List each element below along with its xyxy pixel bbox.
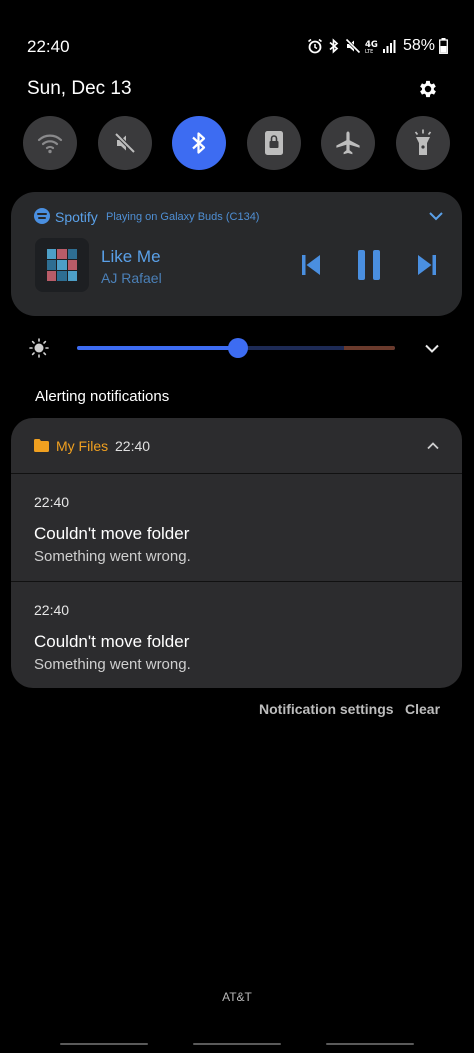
notification-shade: 22:40 4G LTE 58% Sun, Dec 13 Spotify Pla…: [0, 0, 474, 1053]
skip-previous-icon: [302, 255, 320, 275]
notification-group-header[interactable]: My Files 22:40: [11, 418, 462, 474]
status-time: 22:40: [27, 37, 70, 56]
navigation-bar: [0, 1043, 474, 1046]
notification-actions: Notification settings Clear: [0, 701, 474, 721]
album-art: [35, 238, 89, 292]
notification-group-time: 22:40: [115, 438, 151, 454]
flashlight-toggle[interactable]: [396, 116, 450, 170]
brightness-slider-fill: [77, 346, 238, 350]
pause-icon: [358, 250, 380, 280]
bluetooth-icon: [192, 132, 206, 154]
track-title: Like Me: [101, 247, 161, 266]
nav-recents-handle[interactable]: [326, 1043, 414, 1045]
previous-button[interactable]: [298, 252, 324, 278]
wifi-icon: [37, 134, 63, 154]
brightness-icon: [29, 338, 49, 358]
airplane-icon: [336, 131, 360, 155]
chevron-down-icon[interactable]: [428, 210, 444, 222]
chevron-up-icon[interactable]: [426, 441, 440, 450]
date-label: Sun, Dec 13: [27, 78, 132, 99]
rotation-lock-toggle[interactable]: [247, 116, 301, 170]
mute-icon: [345, 38, 361, 54]
brightness-slider-warm-zone: [344, 346, 395, 350]
media-app-name: Spotify: [55, 209, 98, 225]
flashlight-icon: [414, 129, 432, 155]
notification-settings-button[interactable]: Notification settings: [259, 701, 394, 717]
track-artist: AJ Rafael: [101, 270, 162, 286]
carrier-label: AT&T: [222, 990, 252, 1004]
section-title: Alerting notifications: [35, 388, 170, 405]
bluetooth-toggle[interactable]: [172, 116, 226, 170]
notification-group-my-files: My Files 22:40 22:40 Couldn't move folde…: [11, 418, 462, 688]
signal-icon: [382, 40, 396, 53]
skip-next-icon: [418, 255, 436, 275]
status-bar: 22:40 4G LTE 58%: [0, 0, 474, 72]
battery-icon: [439, 38, 448, 54]
nav-back-handle[interactable]: [60, 1043, 148, 1045]
chevron-down-icon[interactable]: [424, 343, 440, 354]
lock-icon: [265, 131, 283, 155]
notification-body: Something went wrong.: [34, 656, 191, 673]
notification-time: 22:40: [34, 602, 70, 618]
media-output-device[interactable]: Playing on Galaxy Buds (C134): [106, 211, 259, 223]
4g-lte-icon: 4G LTE: [365, 40, 378, 54]
nav-home-handle[interactable]: [193, 1043, 281, 1045]
notification-item[interactable]: 22:40 Couldn't move folder Something wen…: [11, 582, 462, 688]
svg-text:LTE: LTE: [365, 49, 373, 54]
bluetooth-icon: [329, 38, 339, 54]
airplane-toggle[interactable]: [321, 116, 375, 170]
next-button[interactable]: [414, 252, 440, 278]
alarm-icon: [307, 38, 322, 54]
notification-item[interactable]: 22:40 Couldn't move folder Something wen…: [11, 474, 462, 581]
notification-body: Something went wrong.: [34, 548, 191, 565]
notification-title: Couldn't move folder: [34, 632, 190, 651]
gear-icon: [420, 80, 436, 98]
clear-button[interactable]: Clear: [405, 701, 440, 717]
pause-button[interactable]: [354, 248, 384, 282]
notification-app-name: My Files: [56, 438, 109, 454]
wifi-toggle[interactable]: [23, 116, 77, 170]
settings-button[interactable]: [414, 75, 442, 103]
sound-toggle[interactable]: [98, 116, 152, 170]
notification-time: 22:40: [34, 494, 70, 510]
notification-title: Couldn't move folder: [34, 524, 190, 543]
media-player-card[interactable]: Spotify Playing on Galaxy Buds (C134) Li…: [11, 192, 462, 316]
status-icons: 4G LTE 58%: [307, 36, 448, 56]
quick-toggles: [23, 116, 451, 170]
mute-icon: [114, 132, 136, 154]
battery-percent: 58%: [402, 37, 435, 54]
folder-icon: [34, 439, 49, 452]
brightness-slider-thumb[interactable]: [227, 338, 248, 358]
spotify-icon: [34, 208, 50, 224]
